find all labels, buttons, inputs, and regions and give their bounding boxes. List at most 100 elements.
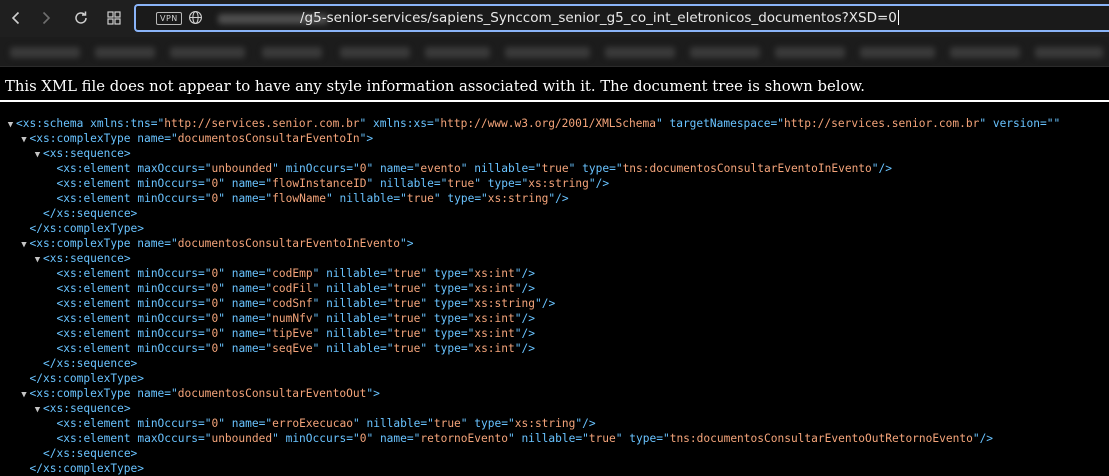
tab-grid-icon[interactable] bbox=[102, 6, 126, 30]
bookmark-item[interactable] bbox=[340, 47, 410, 58]
xml-attr-value: seqEve bbox=[272, 342, 313, 355]
xml-attr-value: retornoEvento bbox=[420, 432, 508, 445]
xml-attr-quote: " bbox=[655, 117, 663, 130]
globe-icon[interactable] bbox=[188, 10, 203, 25]
collapse-arrow-icon[interactable]: ▼ bbox=[32, 403, 43, 418]
xml-attr-quote: " bbox=[272, 162, 279, 175]
xml-attr-value: evento bbox=[420, 162, 461, 175]
xml-attr-value: true bbox=[588, 432, 616, 445]
bookmark-item[interactable] bbox=[262, 47, 322, 58]
xml-complextype-open: ▼ <xs:complexType name="documentosConsult… bbox=[0, 131, 1109, 146]
xml-attr-value: documentosConsultarEventoInEvento bbox=[177, 237, 401, 250]
xml-attr-eq: =" bbox=[258, 417, 273, 430]
xml-attr-eq: =" bbox=[379, 327, 394, 340]
bookmark-item[interactable] bbox=[690, 47, 760, 58]
xml-attr-eq: =" bbox=[406, 162, 421, 175]
back-icon[interactable] bbox=[4, 6, 28, 30]
xml-attr-name: name bbox=[231, 177, 259, 190]
xml-attr-quote: " bbox=[218, 267, 225, 280]
xml-attr-eq: =" bbox=[258, 297, 273, 310]
xml-attr-value: tns:documentosConsultarEventoInEvento bbox=[622, 162, 872, 175]
collapse-arrow-icon[interactable]: ▼ bbox=[5, 118, 16, 133]
collapse-arrow-icon[interactable]: ▼ bbox=[19, 388, 30, 403]
xml-attr-name: type bbox=[474, 417, 502, 430]
xml-attr-value: true bbox=[393, 312, 421, 325]
xml-attr-name: nillable bbox=[521, 432, 576, 445]
bookmark-item[interactable] bbox=[10, 47, 80, 58]
xml-attr-eq: =" bbox=[197, 417, 212, 430]
xml-attr-eq: =" bbox=[258, 192, 273, 205]
xml-attr-eq: =" bbox=[460, 342, 475, 355]
xml-attr-quote: " bbox=[272, 432, 279, 445]
address-bar[interactable]: VPN /g5-senior-services/sapiens_Synccom_… bbox=[134, 4, 1109, 32]
xml-complextype-close: </xs:complexType> bbox=[0, 221, 1109, 236]
xml-attr-name: minOccurs bbox=[137, 192, 198, 205]
vpn-badge[interactable]: VPN bbox=[156, 12, 182, 25]
xml-attr-eq: =" bbox=[460, 297, 475, 310]
xml-attr-value: xs:int bbox=[474, 267, 515, 280]
bookmark-item[interactable] bbox=[950, 47, 1020, 58]
url-text[interactable]: /g5-senior-services/sapiens_Synccom_seni… bbox=[300, 9, 899, 27]
xml-tag-end: > bbox=[366, 132, 374, 145]
xml-space bbox=[986, 117, 993, 130]
xml-sequence-close: </xs:sequence> bbox=[0, 446, 1109, 461]
xml-attr-name: nillable bbox=[326, 282, 380, 295]
bookmark-item[interactable] bbox=[775, 47, 845, 58]
xml-attr-name: nillable bbox=[326, 297, 380, 310]
bookmark-item[interactable] bbox=[860, 47, 935, 58]
xml-attr-name: minOccurs bbox=[137, 342, 198, 355]
bookmark-item[interactable] bbox=[170, 47, 245, 58]
xml-attr-name: minOccurs bbox=[137, 267, 198, 280]
xml-attr-value: tipEve bbox=[272, 327, 313, 340]
xml-attr-name: name bbox=[137, 387, 165, 400]
xml-attr-name: type bbox=[433, 327, 461, 340]
xml-tag: <xs:element bbox=[56, 432, 131, 445]
collapse-arrow-icon[interactable]: ▼ bbox=[19, 238, 30, 253]
xml-attr-name: name bbox=[231, 417, 259, 430]
reload-icon[interactable] bbox=[69, 6, 93, 30]
xml-attr-name: type bbox=[433, 342, 461, 355]
xml-attr-value: http://services.senior.com.br bbox=[784, 117, 980, 130]
xml-attr-eq: =" bbox=[164, 237, 178, 250]
xml-element: <xs:element minOccurs="0" name="tipEve" … bbox=[0, 326, 1109, 341]
xml-space bbox=[373, 177, 380, 190]
collapse-arrow-icon[interactable]: ▼ bbox=[19, 133, 30, 148]
xml-attr-eq: =" bbox=[1039, 117, 1054, 130]
xml-attr-name: minOccurs bbox=[137, 177, 198, 190]
xml-attr-eq: =" bbox=[164, 387, 178, 400]
xml-attr-name: nillable bbox=[326, 342, 380, 355]
xml-space bbox=[427, 297, 434, 310]
xml-tag: <xs:element bbox=[56, 177, 131, 190]
bookmark-item[interactable] bbox=[1035, 47, 1103, 58]
xml-attr-name: type bbox=[582, 162, 610, 175]
xml-complextype-close: </xs:complexType> bbox=[0, 371, 1109, 386]
xml-attr-name: maxOccurs bbox=[137, 432, 198, 445]
xml-space bbox=[279, 162, 286, 175]
bookmark-item[interactable] bbox=[605, 47, 675, 58]
xml-attr-value: http://www.w3.org/2001/XMLSchema bbox=[440, 117, 656, 130]
xml-attr-eq: =" bbox=[460, 312, 475, 325]
xml-attr-name: name bbox=[137, 237, 165, 250]
xml-attr-value: xs:int bbox=[474, 327, 515, 340]
xml-attr-eq: =" bbox=[346, 432, 360, 445]
collapse-arrow-icon[interactable]: ▼ bbox=[32, 148, 43, 163]
xml-attr-quote: " bbox=[218, 342, 225, 355]
xml-complextype-open: ▼ <xs:complexType name="documentosConsult… bbox=[0, 236, 1109, 251]
xml-attr-value: true bbox=[393, 297, 421, 310]
xml-space bbox=[427, 267, 434, 280]
bookmark-item[interactable] bbox=[505, 47, 590, 58]
xml-attr-value: erroExecucao bbox=[272, 417, 353, 430]
xml-tag: <xs:sequence> bbox=[43, 252, 131, 265]
xml-attr-eq: =" bbox=[197, 282, 212, 295]
xml-attr-value: xs:int bbox=[474, 312, 515, 325]
xml-tag: </xs:sequence> bbox=[43, 447, 138, 460]
xml-attr-value: xs:int bbox=[474, 282, 515, 295]
collapse-arrow-icon[interactable]: ▼ bbox=[32, 253, 43, 268]
forward-icon[interactable] bbox=[34, 6, 58, 30]
xml-space bbox=[427, 327, 434, 340]
xml-element: <xs:element minOccurs="0" name="numNfv" … bbox=[0, 311, 1109, 326]
xml-attr-value: true bbox=[393, 342, 421, 355]
bookmark-item[interactable] bbox=[425, 47, 490, 58]
xml-tag: <xs:element bbox=[56, 297, 131, 310]
bookmark-item[interactable] bbox=[95, 47, 155, 58]
